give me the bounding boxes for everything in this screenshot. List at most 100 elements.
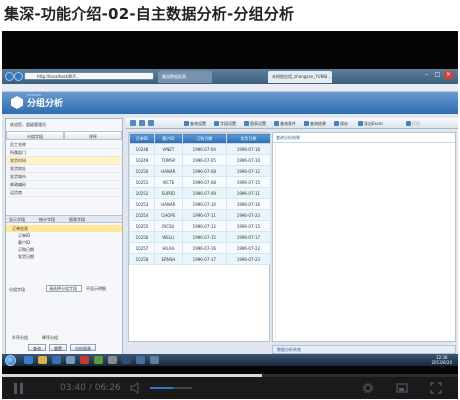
- page-title: 集深-功能介绍-02-自主数据分析-分组分析: [4, 5, 295, 23]
- list-item[interactable]: 发货城市: [6, 173, 122, 181]
- total-time: 06:26: [94, 383, 121, 393]
- start-button-icon[interactable]: [5, 355, 16, 366]
- table-row[interactable]: 10254 CHOPS 1996-07-11 1996-07-23: [129, 209, 272, 221]
- table-cell: 1996-07-17: [181, 253, 227, 265]
- toolbar: 查询设置 字段设置 图表设置 查询条件 查询结果 保存 导出Excel 打印: [126, 118, 458, 129]
- app-icon[interactable]: [52, 356, 61, 364]
- table-cell: 1996-07-08: [181, 176, 227, 188]
- table-cell: 1996-07-09: [181, 187, 227, 199]
- table-body: 10248 VINET 1996-07-04 1996-07-16 10249 TOMSP…: [129, 143, 272, 265]
- table-row[interactable]: 10251 VICTE 1996-07-08 1996-07-15: [129, 176, 272, 188]
- list-item[interactable]: 邮政编码: [6, 181, 122, 189]
- app-icon[interactable]: [66, 356, 75, 364]
- toolbar-btn[interactable]: 打印: [406, 120, 420, 127]
- refresh-icon[interactable]: [130, 120, 136, 126]
- list-item-selected[interactable]: 发货时间: [6, 157, 122, 165]
- pause-icon[interactable]: [14, 383, 24, 394]
- windows-taskbar: 12:36 2013/6/20: [2, 354, 458, 366]
- table-row[interactable]: 10252 SUPRD 1996-07-09 1996-07-11: [129, 187, 272, 199]
- toolbar-btn[interactable]: 图表设置: [244, 120, 266, 127]
- tree-node[interactable]: 订单ID: [6, 232, 122, 239]
- print-icon[interactable]: [139, 120, 145, 126]
- column-header[interactable]: 订单ID: [129, 133, 155, 144]
- table-cell: SUPRD: [153, 187, 183, 199]
- table-row[interactable]: 10257 HILAA 1996-07-16 1996-07-22: [129, 242, 272, 254]
- column-header[interactable]: 订购日期: [181, 133, 227, 144]
- list-item[interactable]: 员工名称: [6, 141, 122, 149]
- radio-desc[interactable]: 降序分组: [42, 335, 58, 341]
- taskbar-clock: 12:36 2013/6/20: [431, 355, 452, 365]
- app-icon[interactable]: [108, 356, 117, 364]
- folder-icon[interactable]: [38, 356, 47, 364]
- tab-sort[interactable]: 排序: [64, 131, 122, 140]
- tree-node[interactable]: 客户ID: [6, 239, 122, 246]
- volume-slider[interactable]: [150, 387, 192, 389]
- app-icon[interactable]: [150, 356, 159, 364]
- table-row[interactable]: 10258 ERNSH 1996-07-17 1996-07-23: [129, 253, 272, 265]
- tree-node[interactable]: 订购日期: [6, 246, 122, 253]
- maximize-icon[interactable]: □: [433, 71, 442, 79]
- video-player[interactable]: http://localhost/BI/f... 集深数据报表 未授权应用_zh…: [2, 31, 458, 399]
- reset-button[interactable]: 重置: [49, 344, 67, 351]
- table-row[interactable]: 10248 VINET 1996-07-04 1996-07-16: [129, 143, 272, 155]
- forward-icon[interactable]: [14, 72, 23, 81]
- tree-header: 显示字段 统计字段 图表字段: [6, 215, 122, 223]
- table-cell: WELLI: [153, 231, 183, 243]
- tab-group-field[interactable]: 分组字段: [6, 131, 64, 140]
- browser-title-bar: http://localhost/BI/f... 集深数据报表 未授权应用_zh…: [2, 69, 458, 84]
- toolbar-btn[interactable]: 保存: [334, 120, 348, 127]
- table-cell: HANAR: [153, 165, 183, 177]
- table-row[interactable]: 10249 TOMSP 1996-07-05 1996-07-10: [129, 154, 272, 166]
- table-cell: 1996-07-12: [225, 165, 272, 177]
- table-cell: 10254: [129, 209, 155, 221]
- app-icon[interactable]: [136, 356, 145, 364]
- volume-icon[interactable]: [130, 382, 142, 394]
- toolbar-btn[interactable]: 查询设置: [184, 120, 206, 127]
- back-icon[interactable]: [5, 72, 14, 81]
- column-header[interactable]: 客户ID: [153, 133, 183, 144]
- analysis-title: 查询分析结果: [276, 135, 300, 140]
- table-cell: TOMSP: [153, 154, 183, 166]
- list-item[interactable]: 运货商: [6, 189, 122, 197]
- app-icon[interactable]: [122, 356, 131, 364]
- tree-header-col: 统计字段: [39, 217, 55, 222]
- table-cell: 1996-07-16: [225, 198, 272, 210]
- table-cell: CHOPS: [153, 209, 183, 221]
- radio-asc[interactable]: 升序分组: [12, 335, 28, 341]
- list-item[interactable]: 所属部门: [6, 149, 122, 157]
- close-icon[interactable]: ×: [444, 71, 453, 79]
- table-row[interactable]: 10256 WELLI 1996-07-15 1996-07-17: [129, 231, 272, 243]
- tree-node[interactable]: 发货日期: [6, 253, 122, 260]
- user-greeting: 欢迎您，超级管理员: [10, 122, 46, 127]
- export-icon[interactable]: [148, 120, 154, 126]
- browser-tab-2[interactable]: 未授权应用_zhangsan_YUNSI...: [268, 71, 332, 83]
- theater-mode-icon[interactable]: [396, 382, 408, 394]
- browser-tab-1[interactable]: 集深数据报表: [158, 71, 212, 83]
- fullscreen-icon[interactable]: [430, 382, 442, 394]
- app-icon[interactable]: [94, 356, 103, 364]
- tree-node[interactable]: 订单信息: [6, 225, 122, 232]
- tree-header-col: 显示字段: [9, 217, 25, 222]
- minimize-icon[interactable]: –: [422, 71, 431, 79]
- toolbar-btn[interactable]: 导出Excel: [358, 120, 383, 127]
- toolbar-btn[interactable]: 字段设置: [214, 120, 236, 127]
- volume-fill: [150, 387, 174, 389]
- table-row[interactable]: 10250 HANAR 1996-07-08 1996-07-12: [129, 165, 272, 177]
- ie-icon[interactable]: [24, 356, 33, 364]
- toolbar-btn[interactable]: 查询结果: [304, 120, 326, 127]
- table-cell: 10252: [129, 187, 155, 199]
- list-item[interactable]: 发货地址: [6, 165, 122, 173]
- query-button[interactable]: 查询: [28, 344, 46, 351]
- app-icon[interactable]: [80, 356, 89, 364]
- chart-button[interactable]: 分析图表: [70, 344, 96, 351]
- hide-detail-checkbox[interactable]: 不显示明细: [86, 286, 106, 292]
- table-row[interactable]: 10255 RICSU 1996-07-12 1996-07-15: [129, 220, 272, 232]
- column-header[interactable]: 发货日期: [225, 133, 272, 144]
- settings-gear-icon[interactable]: [362, 382, 374, 394]
- address-bar[interactable]: http://localhost/BI/f...: [24, 72, 154, 80]
- video-frame[interactable]: http://localhost/BI/f... 集深数据报表 未授权应用_zh…: [2, 69, 458, 366]
- group-field-select[interactable]: 请选择分组字段: [46, 285, 82, 292]
- table-row[interactable]: 10253 HANAR 1996-07-10 1996-07-16: [129, 198, 272, 210]
- toolbar-btn[interactable]: 查询条件: [274, 120, 296, 127]
- table-cell: 1996-07-12: [181, 220, 227, 232]
